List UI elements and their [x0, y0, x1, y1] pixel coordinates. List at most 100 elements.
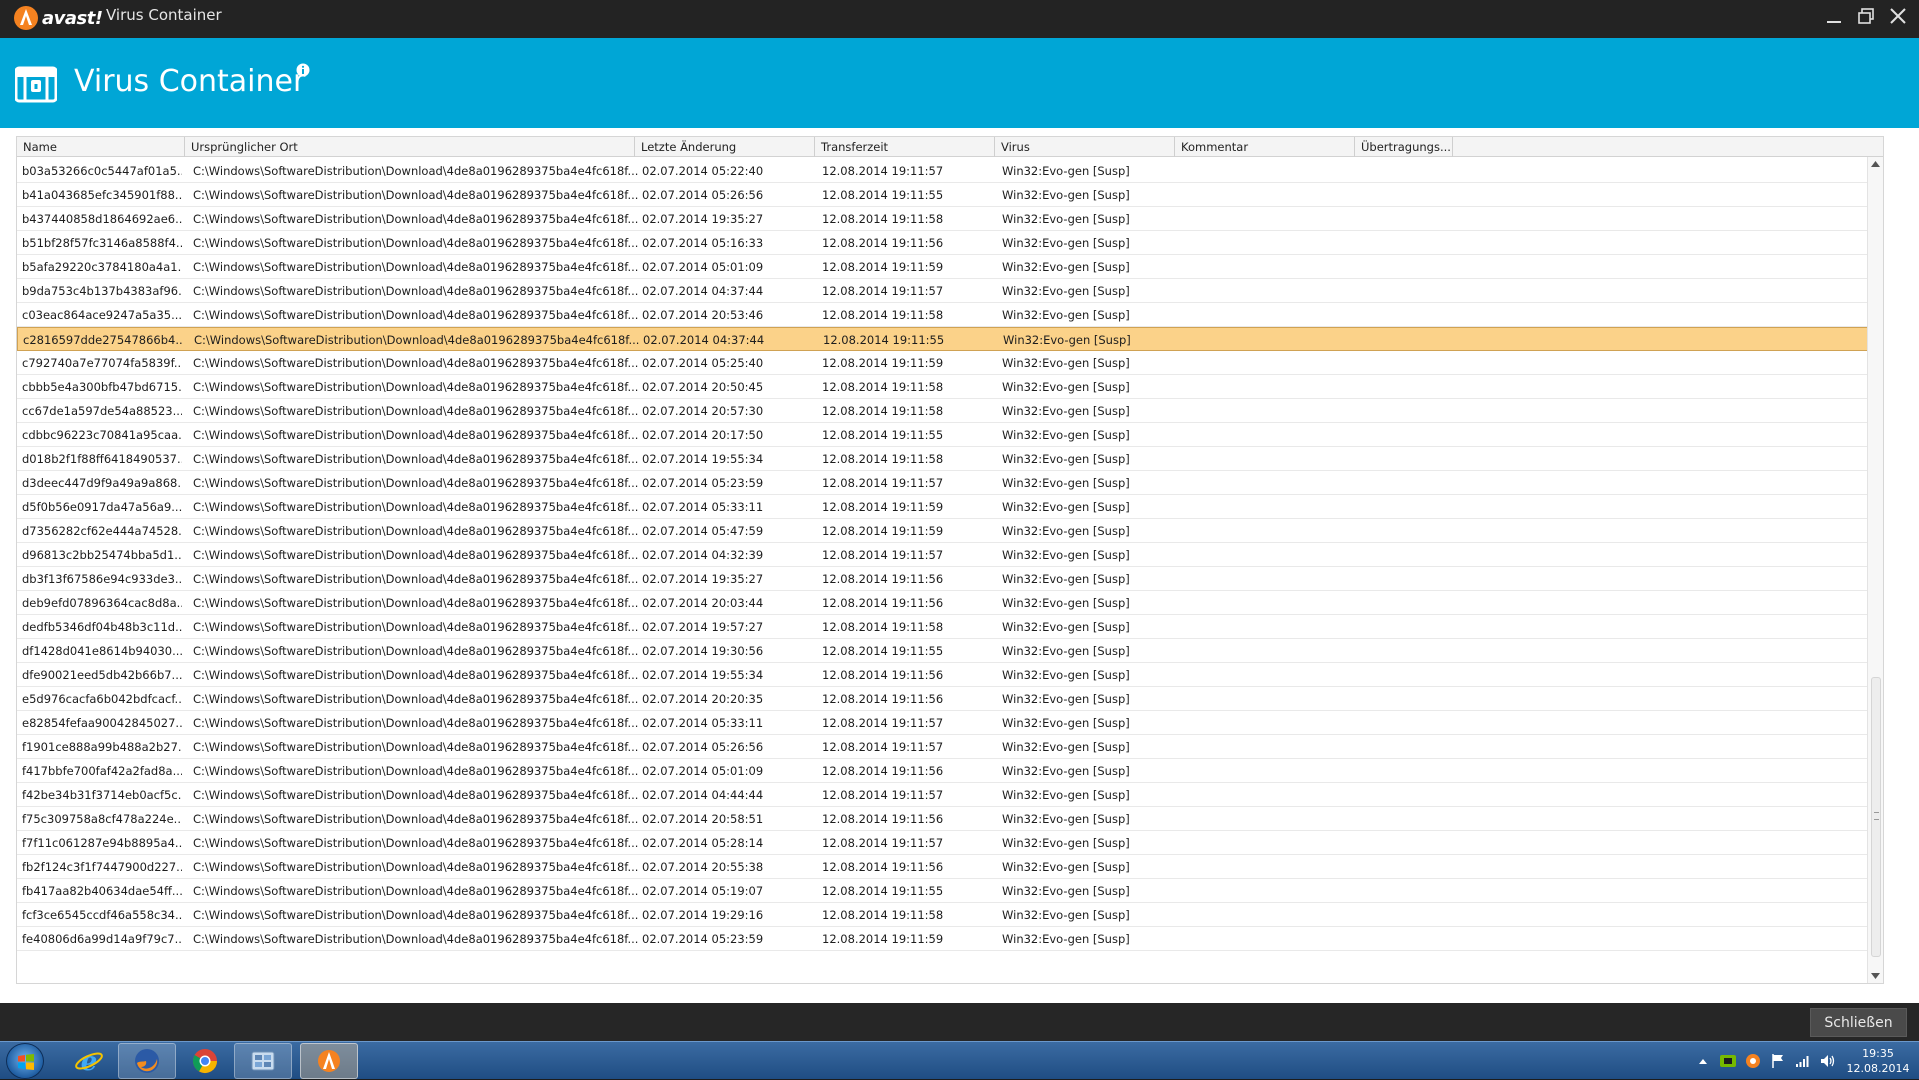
cell-transfer-time: 12.08.2014 19:11:59 [822, 524, 944, 538]
cell-file-name: c2816597dde27547866b4... [23, 333, 183, 347]
table-row[interactable]: cbbb5e4a300bfb47bd6715... C:\Windows\Soft… [17, 375, 1883, 399]
table-row[interactable]: cdbbc96223c70841a95caa... C:\Windows\Soft… [17, 423, 1883, 447]
table-row[interactable]: dedfb5346df04b48b3c11d... C:\Windows\Soft… [17, 615, 1883, 639]
cell-virus-name: Win32:Evo-gen [Susp] [1002, 188, 1130, 202]
table-row[interactable]: b41a043685efc345901f88... C:\Windows\Soft… [17, 183, 1883, 207]
minimize-icon [1827, 21, 1841, 23]
column-header-name[interactable]: Name [17, 137, 185, 157]
column-header-last-modified[interactable]: Letzte Änderung [635, 137, 815, 157]
table-row[interactable]: df1428d041e8614b94030... C:\Windows\Softw… [17, 639, 1883, 663]
taskbar-app-firefox[interactable] [118, 1043, 176, 1079]
table-row[interactable]: b437440858d1864692ae6... C:\Windows\Softw… [17, 207, 1883, 231]
column-header-transfer-status[interactable]: Übertragungs... [1355, 137, 1453, 157]
cell-original-location: C:\Windows\SoftwareDistribution\Download… [193, 284, 639, 298]
cell-virus-name: Win32:Evo-gen [Susp] [1002, 908, 1130, 922]
table-row[interactable]: f42be34b31f3714eb0acf5c... C:\Windows\Sof… [17, 783, 1883, 807]
cell-transfer-time: 12.08.2014 19:11:58 [822, 452, 944, 466]
taskbar-app-internet-explorer[interactable]: e [60, 1043, 118, 1079]
cell-file-name: c03eac864ace9247a5a35... [22, 308, 182, 322]
restore-button[interactable] [1853, 3, 1879, 29]
table-row[interactable]: f7f11c061287e94b8895a4... C:\Windows\Soft… [17, 831, 1883, 855]
table-row[interactable]: d5f0b56e0917da47a56a9... C:\Windows\Softw… [17, 495, 1883, 519]
cell-file-name: c792740a7e77074fa5839f... [22, 356, 182, 370]
page-title: Virus Container [74, 64, 306, 99]
table-row[interactable]: b03a53266c0c5447af01a5... C:\Windows\Soft… [17, 159, 1883, 183]
cell-transfer-time: 12.08.2014 19:11:57 [822, 476, 944, 490]
cell-original-location: C:\Windows\SoftwareDistribution\Download… [193, 884, 639, 898]
cell-file-name: f75c309758a8cf478a224e... [22, 812, 182, 826]
cell-virus-name: Win32:Evo-gen [Susp] [1002, 620, 1130, 634]
cell-original-location: C:\Windows\SoftwareDistribution\Download… [193, 164, 639, 178]
cell-last-modified: 02.07.2014 20:57:30 [642, 404, 764, 418]
show-hidden-icons-icon[interactable] [1695, 1053, 1711, 1069]
vertical-scrollbar[interactable] [1867, 157, 1883, 983]
network-signal-icon[interactable] [1795, 1053, 1811, 1069]
scroll-thumb[interactable] [1871, 677, 1881, 957]
cell-last-modified: 02.07.2014 04:37:44 [642, 284, 764, 298]
cell-original-location: C:\Windows\SoftwareDistribution\Download… [193, 788, 639, 802]
table-row-selected[interactable]: c2816597dde27547866b4... C:\Windows\Softw… [17, 327, 1883, 351]
taskbar-clock[interactable]: 19:35 12.08.2014 [1845, 1046, 1911, 1076]
cell-virus-name: Win32:Evo-gen [Susp] [1002, 428, 1130, 442]
scroll-up-icon[interactable] [1870, 159, 1881, 169]
table-header: Name Ursprünglicher Ort Letzte Änderung … [17, 137, 1883, 157]
table-row[interactable]: fe40806d6a99d14a9f79c7... C:\Windows\Soft… [17, 927, 1883, 951]
cell-file-name: fe40806d6a99d14a9f79c7... [22, 932, 182, 946]
table-row[interactable]: f1901ce888a99b488a2b27... C:\Windows\Soft… [17, 735, 1883, 759]
table-row[interactable]: fcf3ce6545ccdf46a558c34... C:\Windows\Sof… [17, 903, 1883, 927]
scroll-down-icon[interactable] [1870, 971, 1881, 981]
cell-file-name: e5d976cacfa6b042bdfcacf... [22, 692, 182, 706]
nvidia-icon[interactable] [1720, 1053, 1736, 1069]
cell-transfer-time: 12.08.2014 19:11:56 [822, 692, 944, 706]
content-panel: Name Ursprünglicher Ort Letzte Änderung … [0, 128, 1919, 1003]
column-header-transfer-time[interactable]: Transferzeit [815, 137, 995, 157]
cell-last-modified: 02.07.2014 19:29:16 [642, 908, 764, 922]
table-row[interactable]: e5d976cacfa6b042bdfcacf... C:\Windows\Sof… [17, 687, 1883, 711]
table-row[interactable]: d7356282cf62e444a74528... C:\Windows\Soft… [17, 519, 1883, 543]
cell-virus-name: Win32:Evo-gen [Susp] [1002, 212, 1130, 226]
table-row[interactable]: c792740a7e77074fa5839f... C:\Windows\Soft… [17, 351, 1883, 375]
cell-file-name: df1428d041e8614b94030... [22, 644, 182, 658]
cell-last-modified: 02.07.2014 05:19:07 [642, 884, 764, 898]
table-row[interactable]: f417bbfe700faf42a2fad8a... C:\Windows\Sof… [17, 759, 1883, 783]
table-row[interactable]: f75c309758a8cf478a224e... C:\Windows\Soft… [17, 807, 1883, 831]
cell-virus-name: Win32:Evo-gen [Susp] [1002, 668, 1130, 682]
table-row[interactable]: fb2f124c3f1f7447900d227... C:\Windows\Sof… [17, 855, 1883, 879]
cell-virus-name: Win32:Evo-gen [Susp] [1003, 333, 1131, 347]
table-row[interactable]: e82854fefaa90042845027... C:\Windows\Soft… [17, 711, 1883, 735]
table-row[interactable]: d96813c2bb25474bba5d1... C:\Windows\Softw… [17, 543, 1883, 567]
table-row[interactable]: b9da753c4b137b4383af96... C:\Windows\Soft… [17, 279, 1883, 303]
minimize-button[interactable] [1821, 3, 1847, 29]
taskbar-app-chrome[interactable] [176, 1043, 234, 1079]
column-header-virus[interactable]: Virus [995, 137, 1175, 157]
table-row[interactable]: deb9efd07896364cac8d8a... C:\Windows\Soft… [17, 591, 1883, 615]
table-row[interactable]: cc67de1a597de54a88523... C:\Windows\Softw… [17, 399, 1883, 423]
taskbar-app-control-panel[interactable] [234, 1043, 292, 1079]
cell-original-location: C:\Windows\SoftwareDistribution\Download… [193, 620, 639, 634]
column-header-comment[interactable]: Kommentar [1175, 137, 1355, 157]
table-row[interactable]: dfe90021eed5db42b66b7... C:\Windows\Softw… [17, 663, 1883, 687]
table-row[interactable]: fb417aa82b40634dae54ff... C:\Windows\Soft… [17, 879, 1883, 903]
table-row[interactable]: d018b2f1f88ff6418490537... C:\Windows\Sof… [17, 447, 1883, 471]
table-row[interactable]: d3deec447d9f9a49a9a868... C:\Windows\Soft… [17, 471, 1883, 495]
action-center-flag-icon[interactable] [1770, 1053, 1786, 1069]
cell-virus-name: Win32:Evo-gen [Susp] [1002, 740, 1130, 754]
cell-transfer-time: 12.08.2014 19:11:56 [822, 668, 944, 682]
cell-original-location: C:\Windows\SoftwareDistribution\Download… [193, 764, 639, 778]
table-row[interactable]: b5afa29220c3784180a4a1... C:\Windows\Soft… [17, 255, 1883, 279]
cell-original-location: C:\Windows\SoftwareDistribution\Download… [193, 236, 639, 250]
cell-transfer-time: 12.08.2014 19:11:57 [822, 548, 944, 562]
close-window-button[interactable] [1885, 3, 1911, 29]
volume-icon[interactable] [1820, 1053, 1836, 1069]
close-button[interactable]: Schließen [1810, 1008, 1907, 1037]
table-row[interactable]: c03eac864ace9247a5a35... C:\Windows\Softw… [17, 303, 1883, 327]
start-button[interactable] [6, 1043, 44, 1079]
info-icon[interactable] [296, 62, 310, 81]
cell-original-location: C:\Windows\SoftwareDistribution\Download… [193, 932, 639, 946]
avast-tray-icon[interactable] [1745, 1053, 1761, 1069]
column-header-original-location[interactable]: Ursprünglicher Ort [185, 137, 635, 157]
taskbar-app-avast[interactable] [300, 1043, 358, 1079]
table-row[interactable]: b51bf28f57fc3146a8588f4... C:\Windows\Sof… [17, 231, 1883, 255]
cell-virus-name: Win32:Evo-gen [Susp] [1002, 644, 1130, 658]
table-row[interactable]: db3f13f67586e94c933de3... C:\Windows\Soft… [17, 567, 1883, 591]
